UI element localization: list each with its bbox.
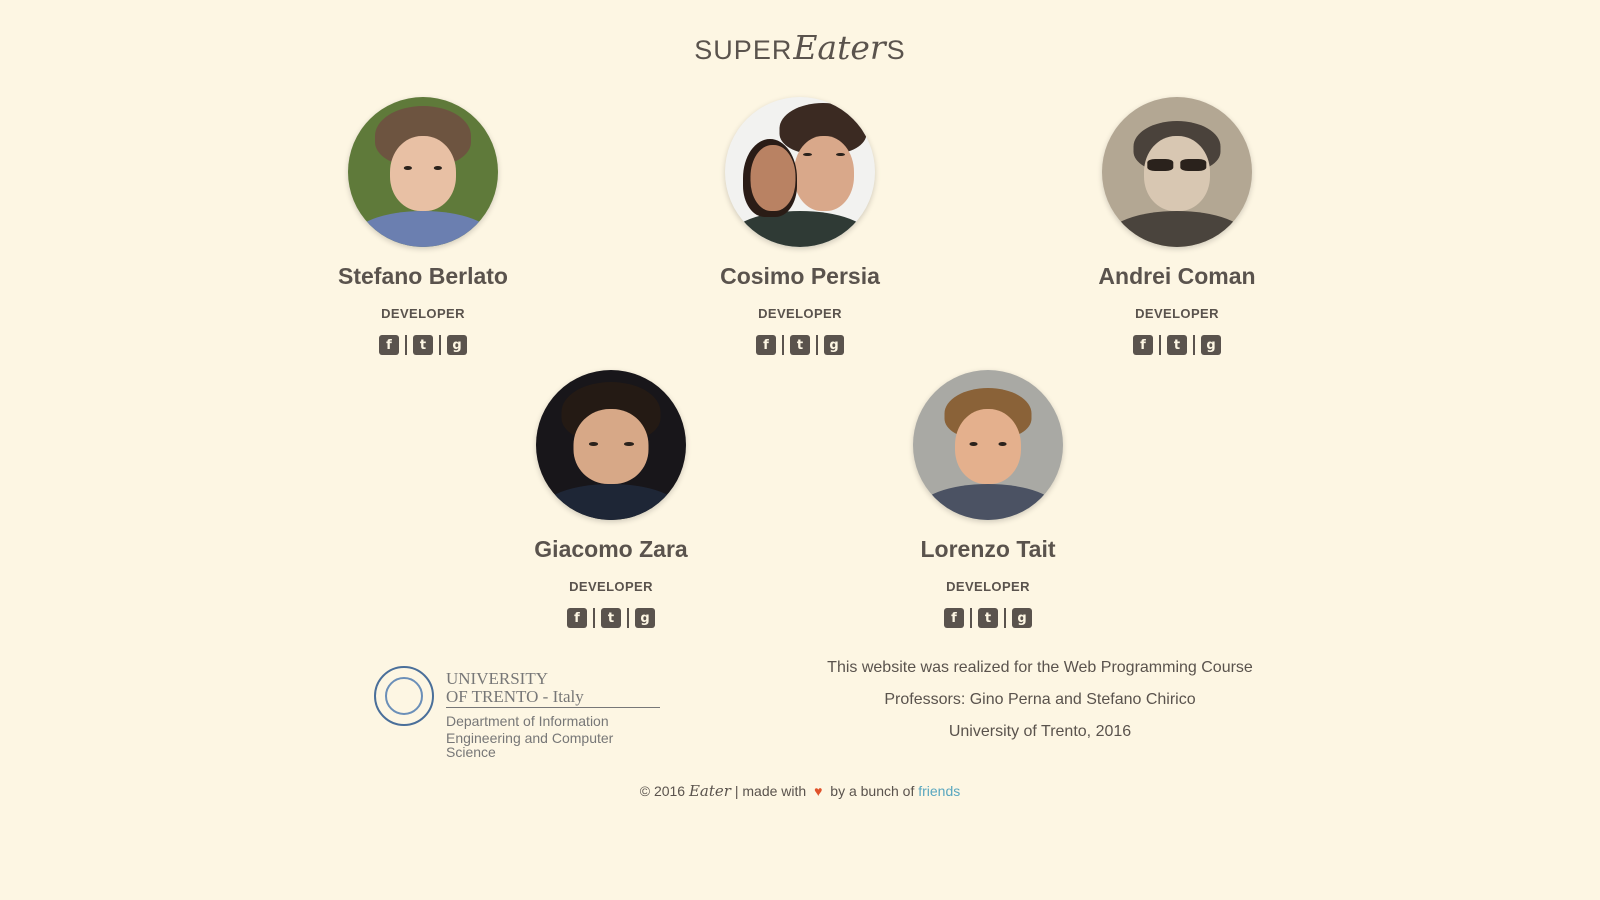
member-photo <box>348 97 498 247</box>
brand-script: Eater <box>793 28 886 67</box>
facebook-icon[interactable]: f <box>1133 335 1153 355</box>
social-links: f t g <box>858 608 1118 628</box>
credits-line: University of Trento, 2016 <box>948 723 1132 740</box>
university-seal-icon <box>374 666 434 726</box>
team-member-card: Stefano Berlato DEVELOPER f t g <box>293 97 553 355</box>
member-photo <box>536 370 686 520</box>
member-role: DEVELOPER <box>946 579 1030 594</box>
copyright-footer: © 2016 Eater | made with ♥ by a bunch of… <box>0 782 1600 800</box>
member-name: Giacomo Zara <box>534 536 688 562</box>
university-logo[interactable]: UNIVERSITY OF TRENTO - Italy Department … <box>374 666 664 759</box>
member-role: DEVELOPER <box>381 306 465 321</box>
divider <box>782 335 784 355</box>
twitter-icon[interactable]: t <box>1167 335 1187 355</box>
facebook-icon[interactable]: f <box>944 608 964 628</box>
twitter-icon[interactable]: t <box>790 335 810 355</box>
google-plus-icon[interactable]: g <box>1012 608 1032 628</box>
divider <box>970 608 972 628</box>
social-links: f t g <box>293 335 553 355</box>
course-credits: This website was realized for the Web Pr… <box>780 652 1300 748</box>
facebook-icon[interactable]: f <box>567 608 587 628</box>
divider <box>1159 335 1161 355</box>
divider <box>1004 608 1006 628</box>
member-role: DEVELOPER <box>1135 306 1219 321</box>
team-member-card: Cosimo Persia DEVELOPER f t g <box>670 97 930 355</box>
divider <box>1193 335 1195 355</box>
google-plus-icon[interactable]: g <box>635 608 655 628</box>
twitter-icon[interactable]: t <box>601 608 621 628</box>
google-plus-icon[interactable]: g <box>447 335 467 355</box>
twitter-icon[interactable]: t <box>978 608 998 628</box>
member-photo <box>913 370 1063 520</box>
department-line2: Engineering and Computer Science <box>446 730 614 760</box>
heart-icon: ♥ <box>814 783 823 799</box>
social-links: f t g <box>670 335 930 355</box>
social-links: f t g <box>1047 335 1307 355</box>
made-with-text: | made with <box>734 783 807 799</box>
brand-suffix: S <box>886 35 906 65</box>
member-name: Andrei Coman <box>1098 263 1256 289</box>
university-name-line1: UNIVERSITY <box>446 669 548 688</box>
brand-logo[interactable]: SUPEREaterS <box>0 28 1600 67</box>
member-name: Lorenzo Tait <box>920 536 1056 562</box>
department-line1: Department of Information <box>446 713 609 729</box>
twitter-icon[interactable]: t <box>413 335 433 355</box>
logo-divider <box>446 707 660 708</box>
team-member-card: Giacomo Zara DEVELOPER f t g <box>481 370 741 628</box>
friends-link[interactable]: friends <box>918 783 960 799</box>
credits-line: Professors: Gino Perna and Stefano Chiri… <box>884 691 1196 708</box>
member-role: DEVELOPER <box>569 579 653 594</box>
footer-brand: Eater <box>688 782 731 800</box>
member-role: DEVELOPER <box>758 306 842 321</box>
university-name-line2: OF TRENTO - Italy <box>446 687 584 706</box>
facebook-icon[interactable]: f <box>756 335 776 355</box>
divider <box>627 608 629 628</box>
divider <box>816 335 818 355</box>
member-photo <box>725 97 875 247</box>
social-links: f t g <box>481 608 741 628</box>
brand-prefix: SUPER <box>694 35 793 65</box>
divider <box>405 335 407 355</box>
member-name: Stefano Berlato <box>338 263 508 289</box>
divider <box>593 608 595 628</box>
divider <box>439 335 441 355</box>
copyright-year: © 2016 <box>639 783 686 799</box>
team-page: SUPEREaterS Stefano Berlato DEVELOPER f … <box>0 0 1600 900</box>
by-text: by a bunch of <box>830 783 915 799</box>
team-member-card: Lorenzo Tait DEVELOPER f t g <box>858 370 1118 628</box>
team-member-card: Andrei Coman DEVELOPER f t g <box>1047 97 1307 355</box>
facebook-icon[interactable]: f <box>379 335 399 355</box>
google-plus-icon[interactable]: g <box>824 335 844 355</box>
member-photo <box>1102 97 1252 247</box>
credits-line: This website was realized for the Web Pr… <box>827 659 1253 676</box>
google-plus-icon[interactable]: g <box>1201 335 1221 355</box>
member-name: Cosimo Persia <box>720 263 880 289</box>
